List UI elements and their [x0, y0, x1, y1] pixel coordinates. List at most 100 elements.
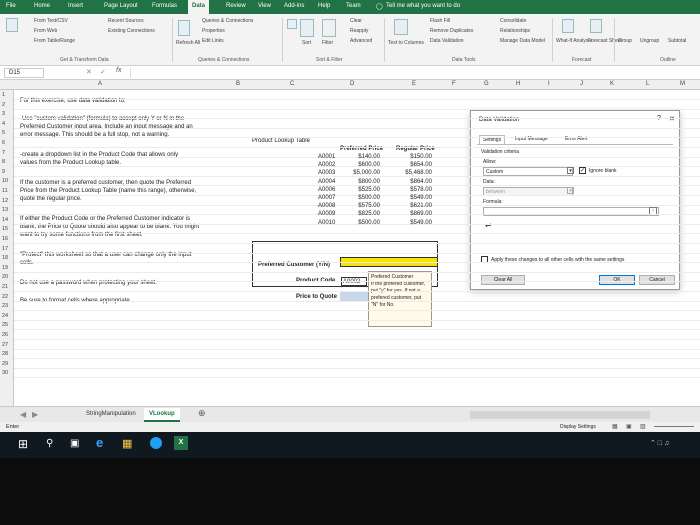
tab-team[interactable]: Team: [346, 3, 361, 9]
row-header[interactable]: 7: [2, 150, 5, 156]
from-web-button[interactable]: From Web: [34, 28, 57, 34]
task-view-icon[interactable]: ▣: [70, 438, 79, 449]
row-header[interactable]: 9: [2, 169, 5, 175]
row-header[interactable]: 6: [2, 140, 5, 146]
tell-me-search[interactable]: Tell me what you want to do: [386, 3, 460, 9]
normal-view-icon[interactable]: ▦: [612, 423, 618, 430]
next-sheet-icon[interactable]: ▶: [32, 410, 38, 419]
column-header[interactable]: F: [452, 81, 456, 87]
sheet-tab-stringmanipulation[interactable]: StringManipulation: [86, 411, 136, 417]
column-header[interactable]: B: [236, 81, 240, 87]
tab-review[interactable]: Review: [226, 3, 246, 9]
refresh-icon[interactable]: [178, 20, 190, 36]
clear-all-button[interactable]: Clear All: [481, 275, 525, 285]
group-button[interactable]: Group: [618, 38, 632, 44]
clear-button[interactable]: Clear: [350, 18, 362, 24]
column-header[interactable]: M: [680, 81, 685, 87]
sort-icon[interactable]: [300, 19, 314, 37]
sort-az-icon[interactable]: [287, 19, 297, 29]
tab-add-ins[interactable]: Add-ins: [284, 3, 304, 9]
row-header[interactable]: 11: [2, 188, 8, 194]
consolidate-button[interactable]: Consolidate: [500, 18, 526, 24]
add-sheet-icon[interactable]: ⊕: [198, 408, 206, 419]
column-header[interactable]: G: [484, 81, 489, 87]
tab-insert[interactable]: Insert: [68, 3, 83, 9]
horizontal-scrollbar[interactable]: [470, 411, 650, 419]
tab-settings[interactable]: Settings: [479, 135, 506, 144]
row-header[interactable]: 14: [2, 217, 8, 223]
column-header[interactable]: L: [646, 81, 649, 87]
column-header[interactable]: K: [610, 81, 614, 87]
relationships-button[interactable]: Relationships: [500, 28, 530, 34]
advanced-button[interactable]: Advanced: [350, 38, 372, 44]
row-header[interactable]: 18: [2, 255, 8, 261]
text-to-columns-icon[interactable]: [394, 19, 408, 35]
row-header[interactable]: 15: [2, 226, 8, 232]
row-header[interactable]: 29: [2, 361, 8, 367]
column-header[interactable]: H: [516, 81, 520, 87]
tab-view[interactable]: View: [258, 3, 271, 9]
chevron-down-icon[interactable]: ▾: [567, 167, 574, 174]
row-header[interactable]: 22: [2, 294, 8, 300]
what-if-button[interactable]: What-If Analysis: [556, 38, 592, 44]
formula-input[interactable]: [130, 68, 690, 78]
row-header[interactable]: 30: [2, 370, 8, 376]
text-to-columns-button[interactable]: Text to Columns: [388, 40, 424, 46]
filter-icon[interactable]: [322, 19, 336, 37]
row-header[interactable]: 26: [2, 332, 8, 338]
edit-links-button[interactable]: Edit Links: [202, 38, 224, 44]
cancel-entry-icon[interactable]: ✕: [86, 68, 92, 76]
row-header[interactable]: 1: [2, 92, 5, 98]
properties-button[interactable]: Properties: [202, 28, 225, 34]
row-header[interactable]: 21: [2, 284, 8, 290]
from-table-button[interactable]: From Table/Range: [34, 38, 75, 44]
tab-formulas[interactable]: Formulas: [152, 3, 177, 9]
column-header[interactable]: D: [350, 81, 354, 87]
tab-file[interactable]: File: [6, 3, 16, 9]
chrome-icon[interactable]: [150, 437, 162, 449]
confirm-entry-icon[interactable]: ✓: [100, 68, 106, 76]
reapply-button[interactable]: Reapply: [350, 28, 368, 34]
column-header[interactable]: J: [580, 81, 583, 87]
column-header[interactable]: E: [412, 81, 416, 87]
excel-taskbar-icon[interactable]: X: [174, 436, 188, 450]
row-header[interactable]: 20: [2, 274, 8, 280]
row-header[interactable]: 16: [2, 236, 8, 242]
data-validation-button[interactable]: Data Validation: [430, 38, 464, 44]
insert-function-icon[interactable]: fx: [116, 67, 121, 74]
row-header[interactable]: 23: [2, 303, 8, 309]
system-tray-icon[interactable]: ⌃ □ ♫: [650, 439, 669, 447]
manage-data-model-button[interactable]: Manage Data Model: [500, 38, 545, 44]
column-header[interactable]: C: [290, 81, 294, 87]
queries-connections-button[interactable]: Queries & Connections: [202, 18, 253, 24]
display-settings[interactable]: Display Settings: [560, 424, 596, 430]
allow-select[interactable]: Custom: [483, 167, 573, 176]
edge-icon[interactable]: e: [96, 435, 103, 450]
recent-sources-button[interactable]: Recent Sources: [108, 18, 144, 24]
ungroup-button[interactable]: Ungroup: [640, 38, 659, 44]
row-header[interactable]: 27: [2, 342, 8, 348]
row-header[interactable]: 8: [2, 159, 5, 165]
tab-data[interactable]: Data: [188, 0, 210, 14]
column-header[interactable]: A: [98, 81, 102, 87]
forecast-sheet-icon[interactable]: [590, 19, 602, 33]
windows-start-icon[interactable]: ⊞: [18, 437, 28, 451]
sheet-tab-vlookup[interactable]: VLookup: [144, 408, 180, 422]
chevron-down-icon[interactable]: ▾: [567, 187, 574, 194]
what-if-icon[interactable]: [562, 19, 574, 33]
row-header[interactable]: 28: [2, 351, 8, 357]
filter-button[interactable]: Filter: [322, 40, 333, 46]
from-text-button[interactable]: From Text/CSV: [34, 18, 68, 24]
page-break-view-icon[interactable]: ▧: [640, 423, 646, 430]
cancel-button[interactable]: Cancel: [639, 275, 675, 285]
row-header[interactable]: 19: [2, 265, 8, 271]
column-header[interactable]: I: [548, 81, 550, 87]
existing-connections-button[interactable]: Existing Connections: [108, 28, 155, 34]
get-data-icon[interactable]: [6, 18, 18, 32]
ignore-blank-checkbox[interactable]: ✓: [579, 167, 586, 174]
row-header[interactable]: 3: [2, 111, 5, 117]
ok-button[interactable]: OK: [599, 275, 635, 285]
row-header[interactable]: 10: [2, 178, 8, 184]
forecast-sheet-button[interactable]: Forecast Sheet: [588, 38, 622, 44]
worksheet-grid[interactable]: A B C D E F G H I J K L M 1 2 3 4 5 6 7 8 9 10 11 1…: [0, 80, 700, 406]
